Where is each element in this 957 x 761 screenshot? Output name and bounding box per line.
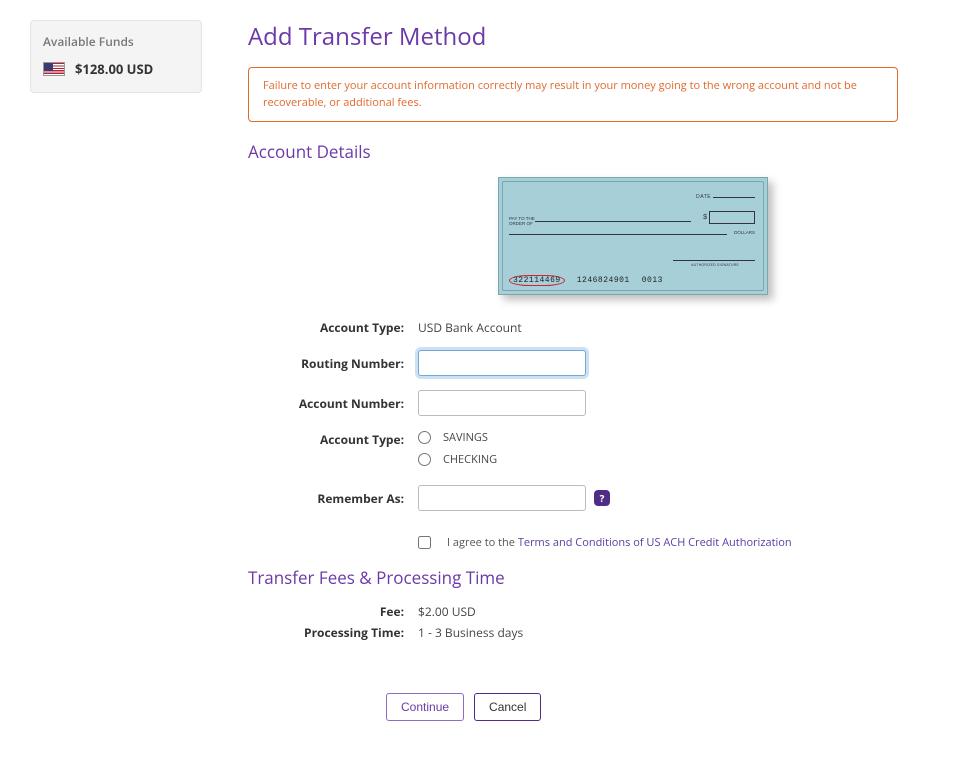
check-date-label: DATE	[696, 194, 755, 200]
sample-check-image: DATE PAY TO THEORDER OF $ DOLLARS AUTHOR…	[498, 177, 768, 295]
terms-link[interactable]: Terms and Conditions of US ACH Credit Au…	[518, 535, 792, 550]
help-icon[interactable]: ?	[594, 490, 610, 506]
available-funds-amount: $128.00 USD	[75, 60, 153, 78]
fee-value: $2.00 USD	[418, 603, 476, 620]
savings-label: SAVINGS	[443, 430, 488, 445]
fees-heading: Transfer Fees & Processing Time	[248, 566, 898, 589]
check-words-line	[509, 234, 727, 235]
check-micr-line: 322114469 1246824901 0013	[509, 275, 759, 286]
account-details-heading: Account Details	[248, 140, 898, 163]
main-content: Add Transfer Method Failure to enter you…	[248, 20, 898, 721]
remember-as-input[interactable]	[418, 485, 586, 511]
cancel-button[interactable]: Cancel	[474, 693, 541, 721]
routing-number-input[interactable]	[418, 350, 586, 376]
check-account-number: 1246824901	[577, 276, 630, 285]
agree-text: I agree to the Terms and Conditions of U…	[447, 535, 792, 550]
checking-option[interactable]: CHECKING	[418, 452, 497, 467]
available-funds-title: Available Funds	[43, 33, 189, 50]
check-dollars-label: DOLLARS	[734, 230, 755, 235]
account-type-label: Account Type:	[248, 319, 418, 336]
check-check-number: 0013	[642, 276, 663, 285]
available-funds-card: Available Funds $128.00 USD	[30, 20, 202, 93]
account-type-value: USD Bank Account	[418, 319, 522, 336]
check-signature-line	[673, 260, 755, 261]
check-signature-label: AUTHORIZED SIGNATURE	[691, 263, 739, 267]
remember-as-label: Remember As:	[248, 490, 418, 507]
funds-row: $128.00 USD	[43, 60, 189, 78]
checking-label: CHECKING	[443, 452, 497, 467]
sample-check-wrap: DATE PAY TO THEORDER OF $ DOLLARS AUTHOR…	[368, 177, 898, 295]
page-title: Add Transfer Method	[248, 20, 898, 53]
continue-button[interactable]: Continue	[386, 693, 464, 721]
account-type2-label: Account Type:	[248, 430, 418, 448]
account-number-label: Account Number:	[248, 395, 418, 412]
checking-radio[interactable]	[418, 453, 431, 466]
routing-number-label: Routing Number:	[248, 355, 418, 372]
agree-checkbox[interactable]	[418, 536, 431, 549]
savings-radio[interactable]	[418, 431, 431, 444]
check-dollar-sign: $	[703, 214, 707, 221]
processing-time-value: 1 - 3 Business days	[418, 624, 523, 641]
fee-label: Fee:	[248, 603, 418, 620]
check-amount-box	[709, 211, 755, 224]
us-flag-icon	[43, 62, 65, 76]
account-number-input[interactable]	[418, 390, 586, 416]
warning-alert: Failure to enter your account informatio…	[248, 67, 898, 122]
savings-option[interactable]: SAVINGS	[418, 430, 497, 445]
processing-time-label: Processing Time:	[248, 624, 418, 641]
sidebar: Available Funds $128.00 USD	[30, 20, 202, 721]
check-payto-line	[535, 221, 691, 222]
check-payto-label: PAY TO THEORDER OF	[509, 216, 535, 226]
check-routing-highlight: 322114469	[509, 275, 565, 286]
